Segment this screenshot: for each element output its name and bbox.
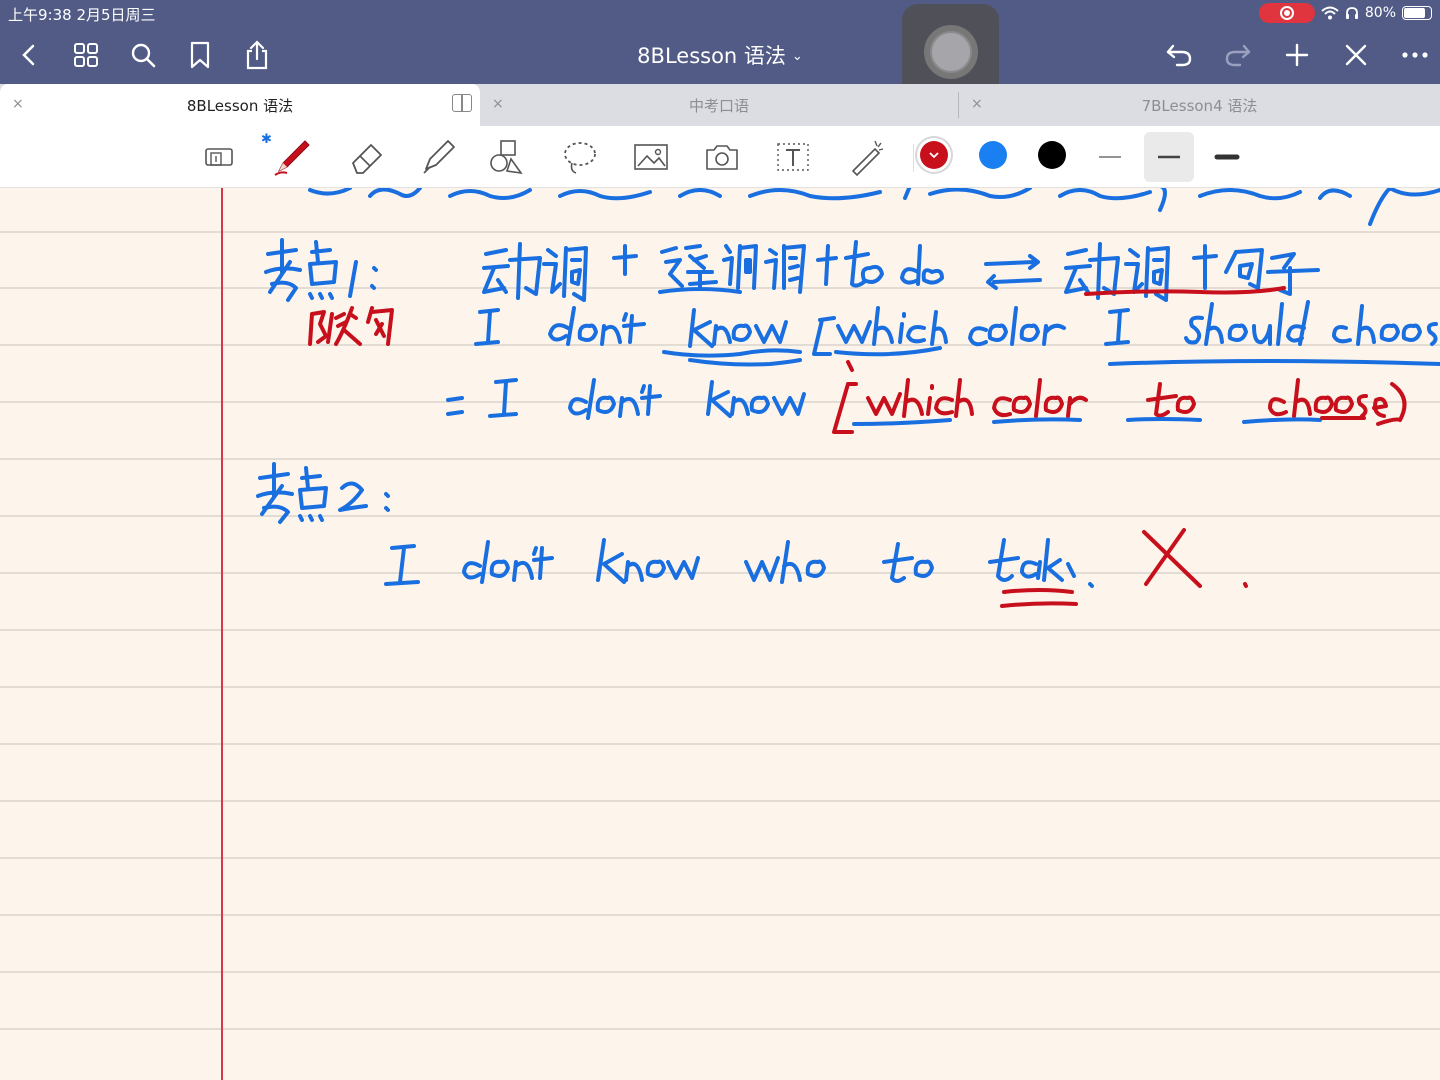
status-indicators: 80%	[1258, 3, 1432, 23]
color-swatch-red[interactable]	[920, 141, 948, 169]
chevron-left-icon	[22, 44, 35, 66]
text-tool[interactable]	[768, 132, 818, 182]
tab-bar: × 8BLesson 语法 × 中考口语 × 7BLesson4 语法	[0, 84, 1440, 126]
laser-icon	[851, 140, 884, 177]
tab-8blesson[interactable]: × 8BLesson 语法	[0, 84, 480, 126]
ink-sentence-3	[384, 538, 1094, 588]
status-time: 上午9:38 2月5日周三	[8, 6, 156, 24]
zoom-window-tool[interactable]	[194, 132, 244, 182]
ink-kaodian-1	[264, 238, 378, 302]
close-icon[interactable]: ×	[492, 96, 504, 112]
drawing-toolbar: ✱	[0, 126, 1440, 188]
search-icon	[131, 43, 156, 68]
ink-sentence-2-underlines	[852, 417, 1322, 426]
add-page-button[interactable]	[1278, 36, 1316, 74]
undo-icon	[1166, 44, 1192, 67]
tab-zhongkao[interactable]: × 中考口语	[480, 84, 958, 126]
handwriting-ink	[256, 188, 1440, 608]
stroke-thin[interactable]	[1085, 132, 1135, 182]
pen-tool[interactable]	[268, 132, 318, 182]
lasso-tool[interactable]	[555, 132, 605, 182]
redo-icon	[1225, 44, 1251, 67]
notebook-page[interactable]	[0, 188, 1440, 1080]
color-swatch-black[interactable]	[1038, 141, 1066, 169]
eraser-icon	[352, 144, 382, 174]
chevron-down-icon[interactable]: ⌄	[792, 49, 803, 64]
redo-button[interactable]	[1219, 36, 1257, 74]
headphones-icon	[1345, 7, 1358, 19]
search-button[interactable]	[124, 36, 162, 74]
ink-kaodian-2	[256, 462, 390, 524]
ink-sentence-2	[446, 378, 806, 420]
share-icon	[246, 40, 268, 70]
camera-tool[interactable]	[697, 132, 747, 182]
screen-recording-indicator[interactable]	[1258, 3, 1315, 23]
tab-label: 7BLesson4 语法	[1141, 96, 1258, 115]
battery-icon	[1402, 6, 1432, 20]
back-button[interactable]	[10, 36, 48, 74]
ink-binyu	[308, 306, 394, 346]
document-title[interactable]: 8BLesson 语法	[637, 44, 786, 68]
ink-sentence-1	[474, 300, 1440, 367]
more-button[interactable]	[1396, 36, 1434, 74]
tab-label: 中考口语	[688, 96, 749, 115]
image-tool[interactable]	[626, 132, 676, 182]
top-bar: 上午9:38 2月5日周三 80% 8BLesson 语法 ⌄	[0, 0, 1440, 88]
text-icon	[777, 143, 809, 171]
pen-icon	[274, 140, 310, 176]
toolbar-divider	[913, 144, 914, 172]
ink-top-line	[308, 188, 1440, 226]
chevron-down-icon	[929, 152, 939, 159]
bookmark-button[interactable]	[181, 36, 219, 74]
share-button[interactable]	[238, 36, 276, 74]
close-icon[interactable]: ×	[12, 96, 24, 112]
shapes-icon	[490, 140, 523, 175]
camera-shutter-icon	[923, 25, 978, 79]
lasso-icon	[564, 142, 596, 174]
tab-label: 8BLesson 语法	[186, 96, 294, 115]
bookmark-icon	[190, 41, 210, 69]
tab-7blesson4[interactable]: × 7BLesson4 语法	[959, 84, 1440, 126]
split-view-icon[interactable]	[452, 94, 472, 112]
close-icon[interactable]: ×	[971, 96, 983, 112]
stroke-medium[interactable]	[1144, 132, 1194, 182]
pencil-cross-icon	[1345, 44, 1367, 66]
thin-line-icon	[1099, 156, 1121, 158]
battery-level	[1404, 8, 1425, 18]
thick-line-icon	[1214, 154, 1240, 160]
stroke-thick[interactable]	[1202, 132, 1252, 182]
laser-pointer-tool[interactable]	[840, 132, 890, 182]
undo-button[interactable]	[1160, 36, 1198, 74]
grid-view-button[interactable]	[67, 36, 105, 74]
zoom-icon	[205, 148, 233, 166]
wifi-icon	[1321, 6, 1339, 20]
shapes-tool[interactable]	[482, 132, 532, 182]
battery-percent: 80%	[1364, 5, 1396, 21]
highlighter-icon	[423, 140, 455, 174]
nav-left-group	[10, 36, 276, 74]
highlighter-tool[interactable]	[413, 132, 463, 182]
eraser-tool[interactable]	[342, 132, 392, 182]
image-icon	[634, 144, 668, 170]
grid-icon	[74, 43, 98, 67]
color-swatch-blue[interactable]	[979, 141, 1007, 169]
record-icon	[1279, 6, 1294, 20]
medium-line-icon	[1158, 155, 1180, 159]
more-icon	[1402, 52, 1428, 58]
close-toolbar-button[interactable]	[1337, 36, 1375, 74]
nav-right-group	[1160, 36, 1434, 74]
plus-icon	[1285, 43, 1309, 67]
camera-icon	[706, 145, 738, 170]
